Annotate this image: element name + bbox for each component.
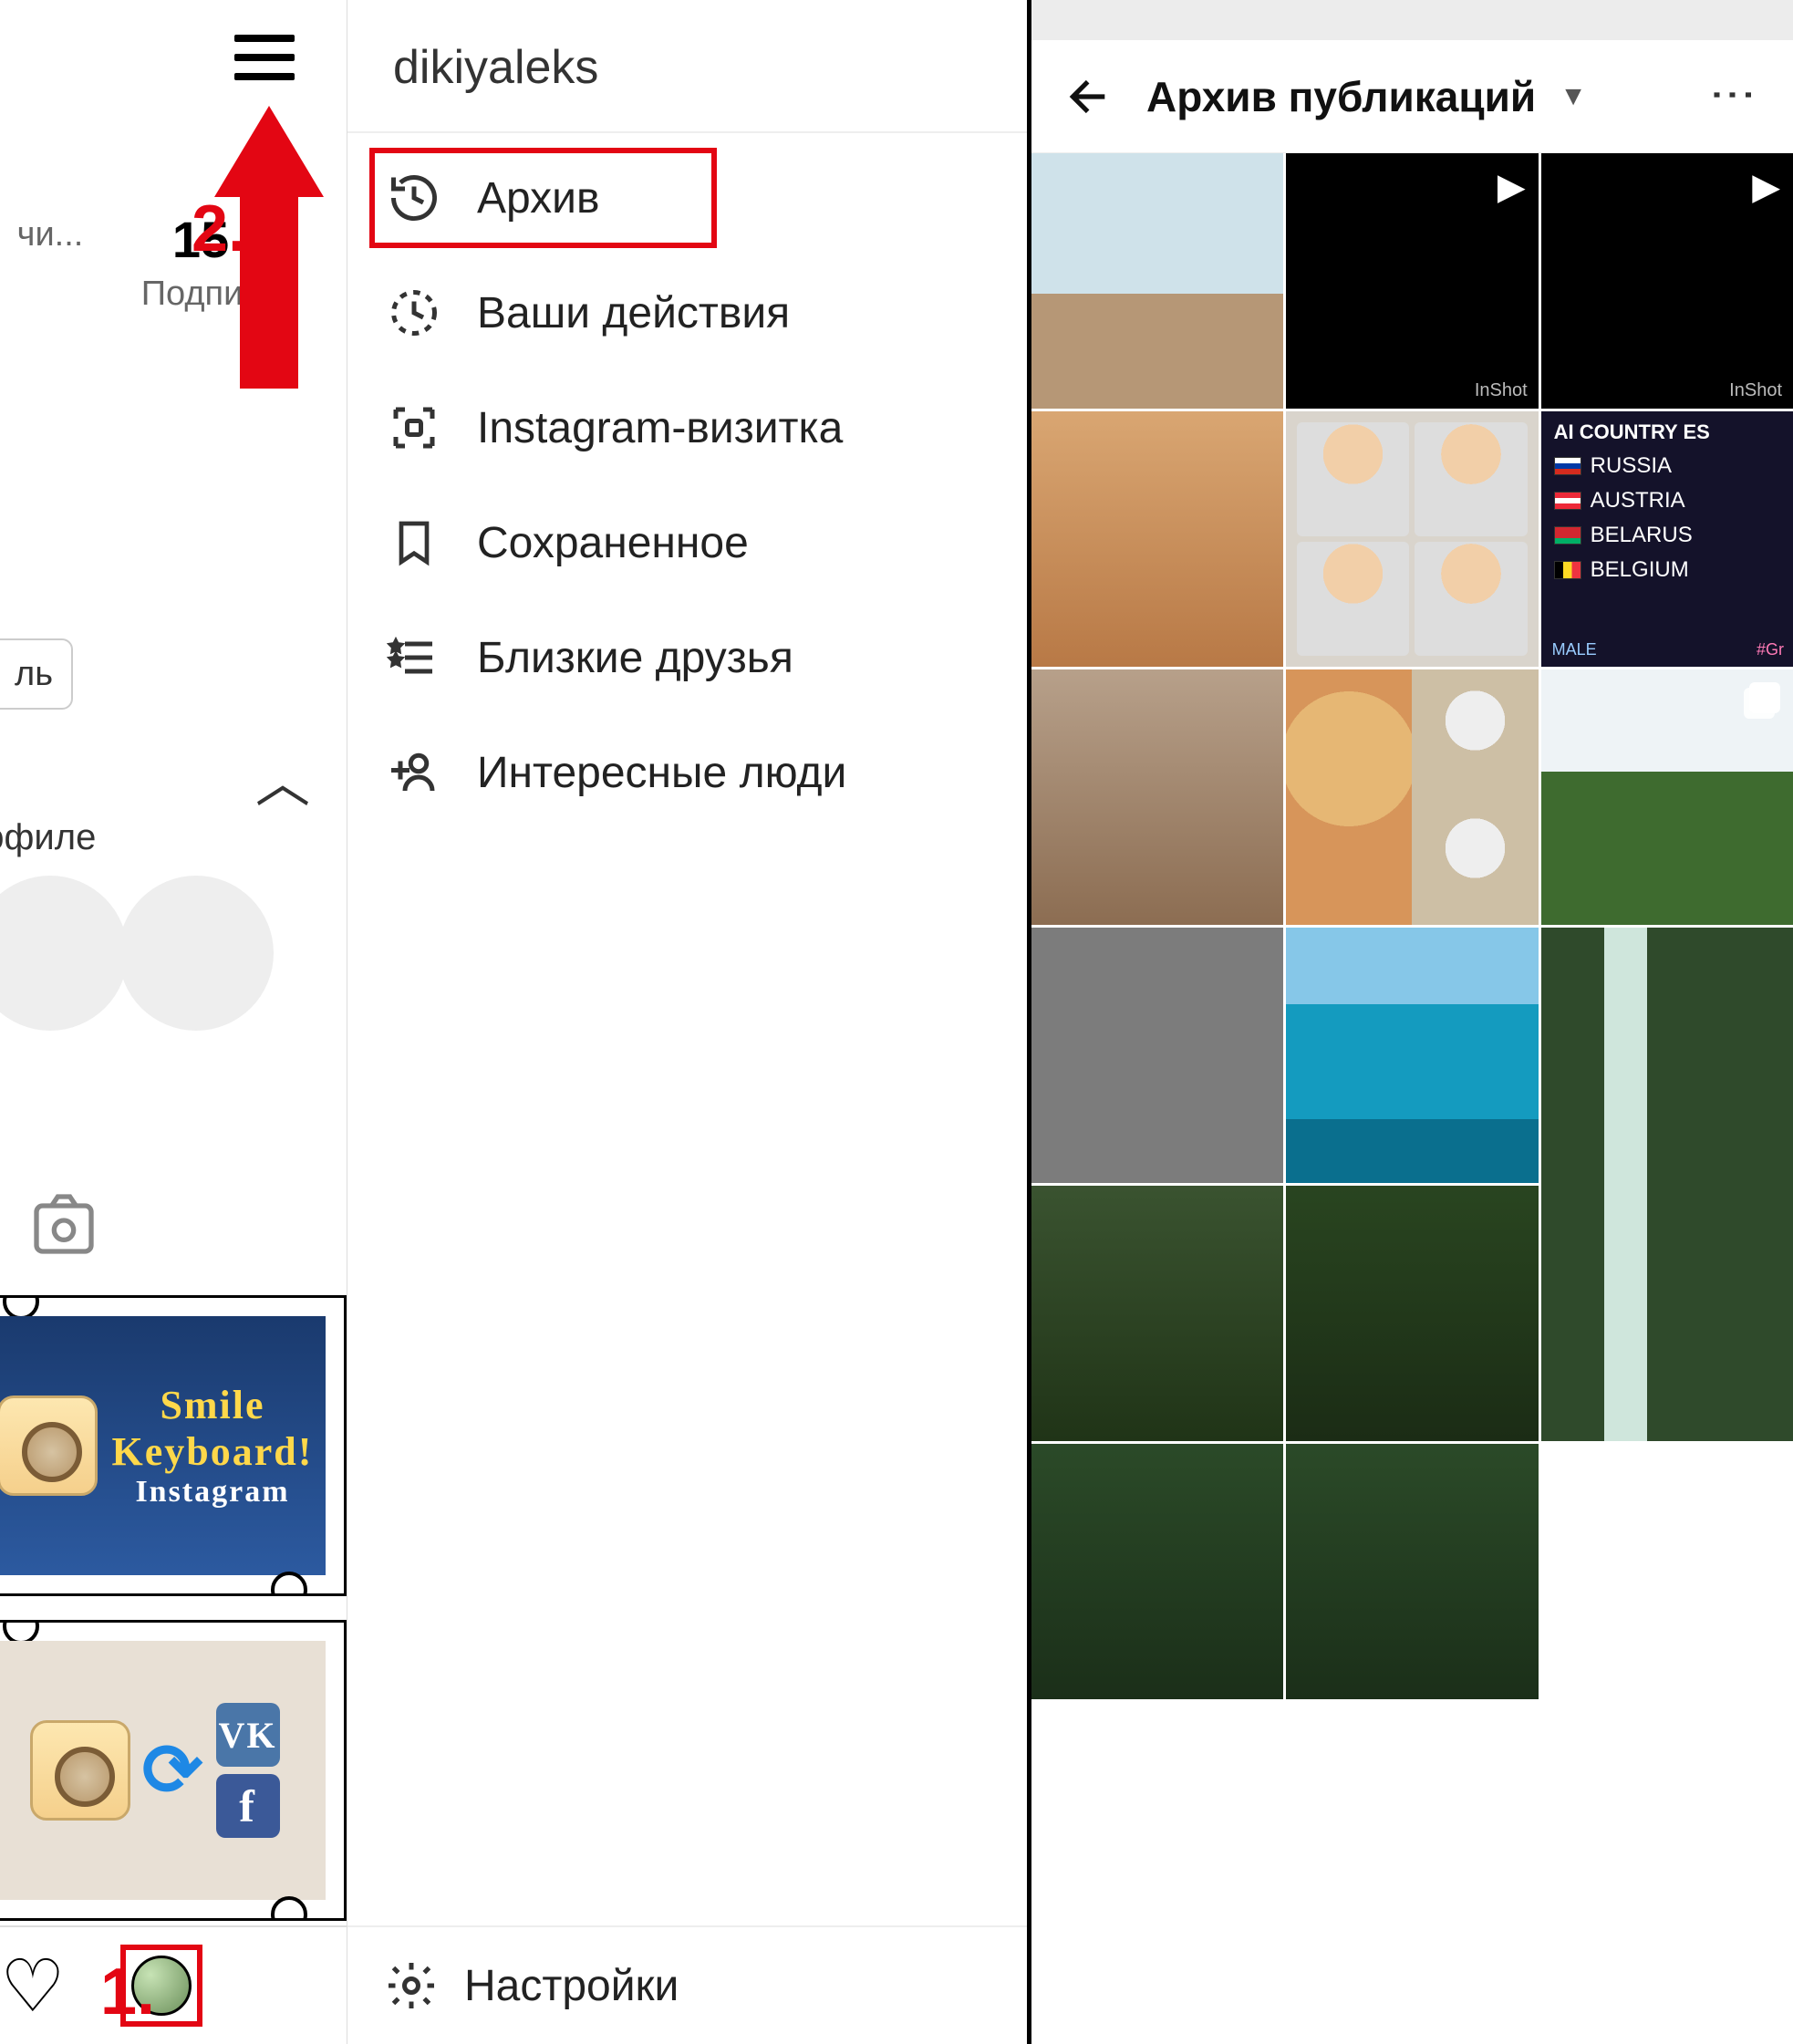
flag-ru-icon (1554, 457, 1581, 475)
post-text: Smile (112, 1382, 314, 1428)
country-name: AUSTRIA (1591, 488, 1685, 514)
menu-item-nametag[interactable]: Instagram-визитка (347, 370, 1027, 485)
archive-grid: ▶ InShot ▶ InShot AI COUNTRY ES RUSSIA A… (1031, 153, 1793, 2044)
story-highlights[interactable] (0, 876, 146, 1049)
chevron-up-icon[interactable]: ︿ (255, 739, 310, 818)
profile-feed: Smile Keyboard! Instagram ⟳ VK f (0, 1295, 347, 2032)
annotation-arrow (223, 106, 315, 389)
archive-post[interactable] (1031, 1186, 1283, 1441)
status-bar (1031, 0, 1793, 40)
gear-icon (384, 1958, 439, 2013)
archive-post[interactable] (1031, 1444, 1283, 1699)
highlight-bubble[interactable] (119, 876, 274, 1031)
settings-label: Настройки (464, 1961, 679, 2011)
flag-be-icon (1554, 561, 1581, 579)
kebab-menu-icon[interactable]: ⋮ (1707, 72, 1760, 121)
carousel-icon (1749, 682, 1780, 713)
left-screenshot: чи... 15 Подпис ль ︿ рофиле Smile (0, 0, 1027, 2044)
country-name: BELARUS (1591, 523, 1693, 548)
watermark: InShot (1475, 380, 1528, 401)
menu-label: Близкие друзья (477, 633, 793, 683)
archive-post-video[interactable]: ▶ InShot (1286, 153, 1538, 409)
archive-dropdown[interactable]: Архив публикаций ▼ (1146, 72, 1587, 121)
nametag-icon (384, 398, 444, 458)
country-name: BELGIUM (1591, 557, 1689, 583)
flag-by-icon (1554, 526, 1581, 545)
highlight-bubble[interactable] (0, 876, 128, 1031)
menu-item-discover[interactable]: Интересные люди (347, 715, 1027, 830)
archive-post[interactable] (1031, 669, 1283, 925)
close-friends-icon (384, 628, 444, 688)
archive-title: Архив публикаций (1146, 72, 1536, 121)
drawer-username: dikiyaleks (347, 0, 1027, 133)
edit-profile-button[interactable]: ль (0, 638, 73, 710)
archive-post[interactable] (1541, 669, 1793, 925)
archive-header: Архив публикаций ▼ ⋮ (1031, 40, 1793, 153)
archive-post[interactable] (1286, 1186, 1538, 1441)
feed-post[interactable]: ⟳ VK f (0, 1620, 347, 1921)
archive-post[interactable] (1031, 411, 1283, 667)
tile-sub: MALE (1552, 640, 1597, 659)
feed-post[interactable]: Smile Keyboard! Instagram (0, 1295, 347, 1596)
archive-post[interactable] (1541, 928, 1793, 1441)
post-text: Keyboard! (112, 1428, 314, 1475)
archive-post[interactable] (1031, 153, 1283, 409)
activity-icon (384, 283, 444, 343)
drawer-menu: Архив Ваши действия Instagram-визитка (347, 133, 1027, 837)
play-icon: ▶ (1752, 166, 1780, 208)
hamburger-menu-button[interactable] (223, 26, 306, 89)
archive-post[interactable] (1286, 669, 1538, 925)
menu-item-saved[interactable]: Сохраненное (347, 485, 1027, 600)
drawer-footer-settings[interactable]: Настройки (347, 1925, 1027, 2044)
menu-item-activity[interactable]: Ваши действия (347, 255, 1027, 370)
vk-icon: VK (216, 1703, 280, 1767)
side-drawer: dikiyaleks Архив Ваши действия Instagram (347, 0, 1027, 2044)
archive-post[interactable] (1031, 928, 1283, 1183)
menu-label: Instagram-визитка (477, 403, 843, 453)
discover-people-icon (384, 742, 444, 803)
flag-at-icon (1554, 492, 1581, 510)
menu-label: Ваши действия (477, 288, 790, 338)
archive-post[interactable] (1286, 1444, 1538, 1699)
annotation-step-1: 1. (100, 1955, 155, 2029)
archive-post[interactable] (1286, 928, 1538, 1183)
facebook-icon: f (216, 1774, 280, 1838)
post-brand: Instagram (112, 1475, 314, 1510)
right-screenshot: Архив публикаций ▼ ⋮ ▶ InShot ▶ InShot A… (1027, 0, 1793, 2044)
activity-heart-icon[interactable]: ♡ (0, 1944, 66, 2028)
bottom-nav: ♡ (0, 1925, 347, 2044)
menu-item-close-friends[interactable]: Близкие друзья (347, 600, 1027, 715)
archive-icon (384, 168, 444, 228)
profile-info-text: рофиле (0, 817, 96, 858)
menu-label: Интересные люди (477, 748, 846, 798)
menu-label: Архив (477, 173, 599, 223)
watermark: InShot (1729, 380, 1782, 401)
instagram-camera-icon (30, 1720, 130, 1821)
tile-hash: #Gr (1757, 640, 1784, 659)
menu-label: Сохраненное (477, 518, 749, 568)
tile-title: AI COUNTRY ES (1554, 420, 1780, 444)
dropdown-caret-icon: ▼ (1560, 81, 1587, 112)
play-icon: ▶ (1498, 166, 1526, 208)
menu-item-archive[interactable]: Архив (347, 140, 1027, 255)
stat-label: чи... (0, 215, 100, 254)
back-arrow-icon[interactable] (1064, 71, 1115, 122)
sync-icon: ⟳ (141, 1728, 204, 1813)
stat-col-1[interactable]: чи... (0, 210, 100, 314)
bookmark-icon (384, 513, 444, 573)
archive-post-video[interactable]: ▶ InShot (1541, 153, 1793, 409)
country-name: RUSSIA (1591, 453, 1672, 479)
instagram-camera-icon (0, 1396, 98, 1496)
tagged-tab-icon[interactable] (27, 1188, 100, 1261)
archive-post[interactable]: AI COUNTRY ES RUSSIA AUSTRIA BELARUS BEL… (1541, 411, 1793, 667)
archive-post[interactable] (1286, 411, 1538, 667)
